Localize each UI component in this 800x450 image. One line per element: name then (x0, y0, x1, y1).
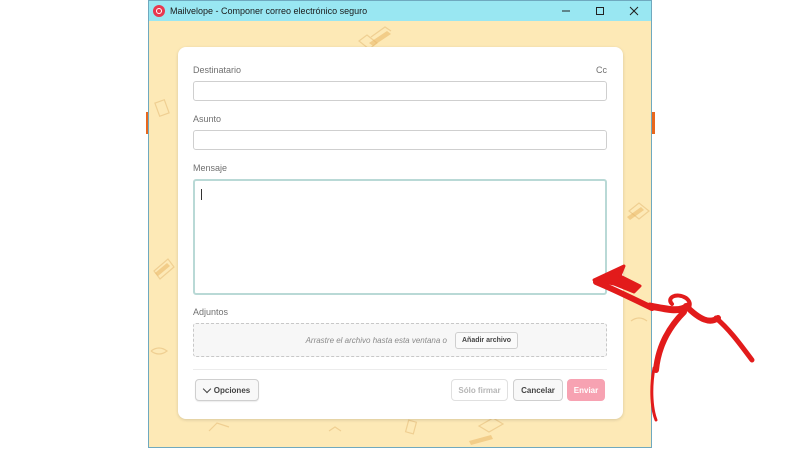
options-button[interactable]: Opciones (195, 379, 259, 401)
mailvelope-logo-icon (153, 5, 165, 17)
compose-window: Mailvelope - Componer correo electrónico… (148, 0, 652, 448)
attachment-dropzone[interactable]: Arrastre el archivo hasta esta ventana o… (193, 323, 607, 357)
chevron-down-icon (202, 384, 212, 393)
close-icon[interactable] (617, 1, 651, 21)
background-accent (652, 112, 655, 134)
recipient-label: Destinatario (193, 65, 242, 75)
maximize-icon[interactable] (583, 1, 617, 21)
title-bar[interactable]: Mailvelope - Componer correo electrónico… (149, 1, 651, 21)
message-label: Mensaje (193, 163, 228, 173)
add-file-button[interactable]: Añadir archivo (454, 331, 518, 349)
message-textarea[interactable] (193, 179, 607, 295)
cc-link[interactable]: Cc (596, 65, 607, 75)
window-title: Mailvelope - Componer correo electrónico… (170, 6, 368, 16)
recipient-field[interactable] (193, 81, 607, 101)
footer-divider (193, 369, 607, 370)
background-left-strip (0, 0, 150, 450)
sign-only-button[interactable]: Sólo firmar (451, 379, 508, 401)
dropzone-text: Arrastre el archivo hasta esta ventana o (305, 335, 447, 345)
compose-panel: Destinatario Cc Asunto Mensaje Adjuntos … (178, 47, 623, 419)
attachments-label: Adjuntos (193, 307, 229, 317)
subject-label: Asunto (193, 114, 222, 124)
subject-field[interactable] (193, 130, 607, 150)
annotation-arrow-icon (592, 264, 755, 422)
cancel-button[interactable]: Cancelar (513, 379, 563, 401)
text-cursor (201, 189, 202, 200)
options-label: Opciones (213, 385, 251, 395)
window-controls (549, 1, 651, 21)
minimize-icon[interactable] (549, 1, 583, 21)
